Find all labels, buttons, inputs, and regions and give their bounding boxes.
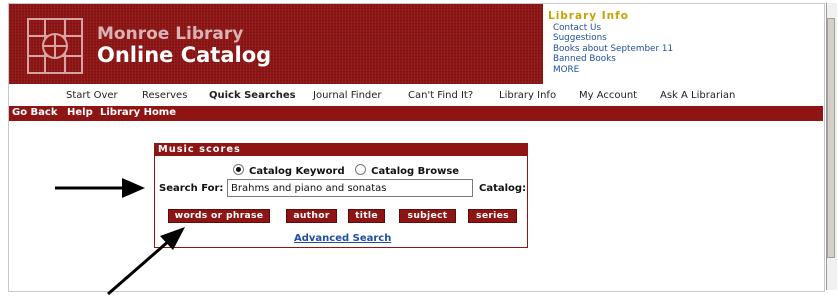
search-for-label: Search For: [159,183,224,194]
series-button[interactable]: series [468,209,517,223]
radio-catalog-keyword-label[interactable]: Catalog Keyword [249,166,345,177]
subnav-go-back[interactable]: Go Back [12,107,58,118]
library-info-box: Library Info Contact Us Suggestions Book… [546,10,696,75]
main-nav: Start Over Reserves Quick Searches Journ… [9,88,823,104]
search-type-options: Catalog Keyword Catalog Browse [233,164,459,177]
header-banner: Monroe Library Online Catalog [9,4,543,84]
catalog-name: Online Catalog [97,43,272,67]
author-button[interactable]: author [286,209,337,223]
nav-library-info[interactable]: Library Info [499,90,556,101]
words-or-phrase-button[interactable]: words or phrase [168,209,270,223]
info-link-contact-us[interactable]: Contact Us [553,23,696,33]
title-button[interactable]: title [348,209,385,223]
sub-nav-bar: Go Back Help Library Home [9,106,823,121]
nav-journal-finder[interactable]: Journal Finder [313,90,382,101]
subnav-help[interactable]: Help [67,107,93,118]
info-link-suggestions[interactable]: Suggestions [553,33,696,43]
search-panel: Music scores Catalog Keyword Catalog Bro… [154,143,528,248]
nav-my-account[interactable]: My Account [579,90,637,101]
advanced-search-link[interactable]: Advanced Search [294,233,391,244]
radio-catalog-browse[interactable] [355,164,367,175]
catalog-label: Catalog: [479,183,527,194]
search-input[interactable] [227,179,473,197]
radio-catalog-keyword[interactable] [233,164,244,175]
search-panel-title: Music scores [155,144,527,156]
radio-catalog-browse-label[interactable]: Catalog Browse [371,166,459,177]
nav-cant-find-it[interactable]: Can't Find It? [408,90,473,101]
subject-button[interactable]: subject [399,209,456,223]
subnav-library-home[interactable]: Library Home [100,107,176,118]
info-link-september-11[interactable]: Books about September 11 [553,44,696,54]
library-logo-icon [27,18,83,74]
nav-start-over[interactable]: Start Over [66,90,118,101]
library-info-title: Library Info [548,10,629,22]
nav-reserves[interactable]: Reserves [142,90,187,101]
library-name: Monroe Library [97,24,244,44]
nav-ask-a-librarian[interactable]: Ask A Librarian [660,90,735,101]
scrollbar-thumb[interactable] [827,18,835,258]
info-link-more[interactable]: MORE [553,65,696,75]
nav-quick-searches[interactable]: Quick Searches [209,90,296,101]
info-link-banned-books[interactable]: Banned Books [553,54,696,64]
